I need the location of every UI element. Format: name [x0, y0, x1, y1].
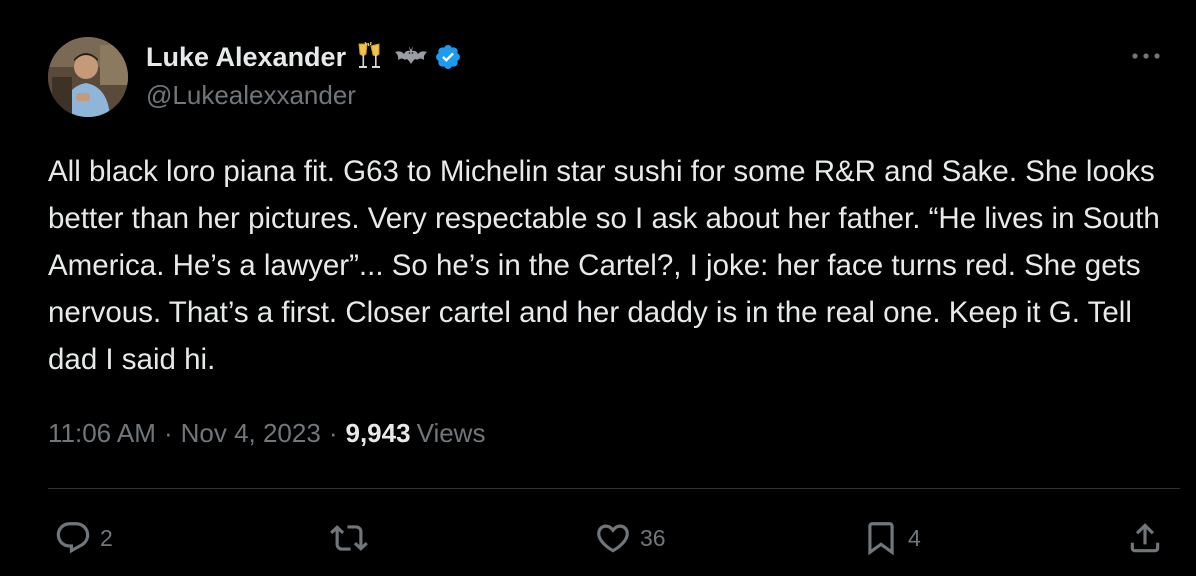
divider — [48, 488, 1180, 489]
tweet-date[interactable]: Nov 4, 2023 — [181, 418, 321, 449]
bookmark-icon — [862, 519, 900, 557]
more-horizontal-icon — [1131, 47, 1161, 65]
bookmark-button[interactable]: 4 — [862, 512, 921, 564]
tweet-metadata: 11:06 AM · Nov 4, 2023 · 9,943 Views — [48, 418, 485, 449]
repost-icon — [330, 519, 368, 557]
meta-separator: · — [163, 418, 173, 448]
bat-emoji — [394, 44, 428, 70]
views-label: Views — [416, 418, 486, 448]
action-bar: 2 36 4 — [0, 512, 1196, 564]
name-row: Luke Alexander — [146, 38, 462, 76]
like-count: 36 — [640, 524, 666, 551]
views-count: 9,943 — [345, 418, 411, 448]
share-icon — [1126, 519, 1164, 557]
repost-button[interactable] — [330, 512, 376, 564]
share-button[interactable] — [1126, 512, 1164, 564]
clinking-glasses-emoji — [354, 42, 386, 72]
tweet-text: All black loro piana fit. G63 to Micheli… — [48, 155, 1160, 376]
reply-count: 2 — [100, 524, 113, 551]
heart-icon — [594, 519, 632, 557]
tweet-card: Luke Alexander @Lukealexxander All black… — [0, 0, 1196, 576]
tweet-header: Luke Alexander @Lukealexxander — [146, 38, 462, 111]
like-button[interactable]: 36 — [594, 512, 666, 564]
verified-badge-icon — [434, 43, 462, 71]
reply-icon — [54, 519, 92, 557]
more-options-button[interactable] — [1128, 44, 1164, 68]
display-name[interactable]: Luke Alexander — [146, 42, 346, 73]
author-handle[interactable]: @Lukealexxander — [146, 80, 462, 111]
tweet-time[interactable]: 11:06 AM — [48, 418, 156, 449]
meta-separator: · — [328, 418, 338, 448]
avatar[interactable] — [48, 37, 128, 117]
reply-button[interactable]: 2 — [54, 512, 113, 564]
bookmark-count: 4 — [908, 524, 921, 551]
